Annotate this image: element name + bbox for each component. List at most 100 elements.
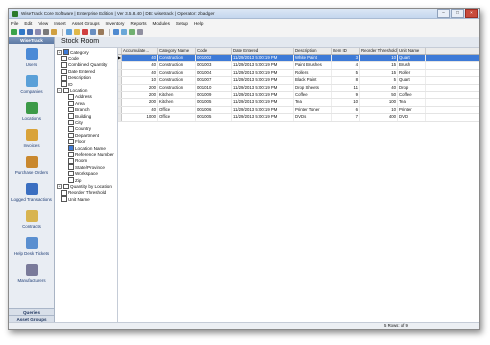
field-checkbox[interactable] xyxy=(68,94,74,100)
field-label: Country xyxy=(75,126,92,132)
field-checkbox[interactable] xyxy=(63,87,69,94)
field-checkbox[interactable] xyxy=(61,81,67,87)
nav-item-locations[interactable]: Locations xyxy=(9,98,54,125)
table-row[interactable]: 200 Construction 001010 11/29/2013 5:00:19 … xyxy=(118,84,479,92)
field-checkbox[interactable] xyxy=(68,119,74,126)
field-checkbox[interactable] xyxy=(68,132,74,139)
column-header[interactable]: Item ID xyxy=(332,48,360,54)
folder-icon[interactable] xyxy=(74,29,80,35)
table-cell: 001005 xyxy=(196,99,232,106)
minimize-button[interactable]: – xyxy=(437,9,450,18)
field-checkbox[interactable] xyxy=(68,158,74,164)
find-icon[interactable] xyxy=(51,29,57,35)
column-header[interactable]: Category Name xyxy=(158,48,196,54)
table-cell: 11 xyxy=(332,84,360,91)
refresh-icon[interactable] xyxy=(19,29,25,35)
column-header[interactable]: Reorder Threshold xyxy=(360,48,398,54)
table-cell: 001005 xyxy=(196,114,232,121)
field-checkbox[interactable] xyxy=(68,138,74,145)
filter-icon[interactable] xyxy=(129,29,135,35)
nav-item-contracts[interactable]: Contracts xyxy=(9,206,54,233)
table-row[interactable]: ▶ 40 Construction 001002 11/29/2013 5:00:19 … xyxy=(118,55,479,63)
table-cell: White Paint xyxy=(294,55,332,62)
copy-icon[interactable] xyxy=(90,29,96,35)
expand-toggle-icon[interactable]: + xyxy=(57,49,62,55)
nav-item-help-desk-tickets[interactable]: Help Desk Tickets xyxy=(9,233,54,260)
field-checkbox[interactable] xyxy=(61,190,67,196)
menu-inventory[interactable]: Inventory xyxy=(106,21,125,26)
field-checkbox[interactable] xyxy=(61,62,67,68)
field-checkbox[interactable] xyxy=(68,106,74,113)
column-header[interactable]: Date Entered xyxy=(232,48,294,54)
column-header[interactable]: Unit Name xyxy=(398,48,426,54)
nav-item-users[interactable]: Users xyxy=(9,44,54,71)
table-row[interactable]: 10 Construction 001007 11/29/2013 5:00:19 P… xyxy=(118,77,479,85)
table-cell: 10 xyxy=(360,55,398,62)
table-cell: 001010 xyxy=(196,84,232,91)
field-checkbox[interactable] xyxy=(61,75,67,81)
table-cell: Printer xyxy=(398,106,426,114)
field-checkbox[interactable] xyxy=(61,68,67,75)
settings-icon[interactable] xyxy=(137,29,143,35)
field-checkbox[interactable] xyxy=(68,100,74,107)
table-row[interactable]: 40 Office 001006 11/29/2013 5:00:19 PM Print… xyxy=(118,106,479,115)
menu-setup[interactable]: Setup xyxy=(176,21,188,26)
row-count-status: 5 Rows: of 9 xyxy=(384,323,408,328)
field-checkbox[interactable] xyxy=(68,145,74,151)
delete-icon[interactable] xyxy=(82,29,88,35)
table-row[interactable]: 1000 Office 001005 11/29/2013 5:00:19 PM DVD… xyxy=(118,114,479,122)
column-header[interactable]: Code xyxy=(196,48,232,54)
menu-file[interactable]: File xyxy=(11,21,18,26)
field-checkbox[interactable] xyxy=(61,196,67,202)
nav-item-purchase-orders[interactable]: Purchase Orders xyxy=(9,152,54,179)
print-icon[interactable] xyxy=(43,29,49,35)
menu-asset-groups[interactable]: Asset Groups xyxy=(72,21,100,26)
table-row[interactable]: 40 Construction 001004 11/29/2013 5:00:19 P… xyxy=(118,69,479,78)
expand-toggle-icon[interactable]: + xyxy=(57,183,62,189)
paste-icon[interactable] xyxy=(98,29,104,35)
nav-item-manufacturers[interactable]: Manufacturers xyxy=(9,260,54,287)
field-checkbox[interactable] xyxy=(63,49,69,55)
menu-insert[interactable]: Insert xyxy=(54,21,66,26)
field-checkbox[interactable] xyxy=(61,55,67,62)
nav-item-logged-transactions[interactable]: Logged Transactions xyxy=(9,179,54,206)
expand-toggle-icon[interactable]: − xyxy=(57,88,62,94)
menu-help[interactable]: Help xyxy=(194,21,203,26)
new-icon[interactable] xyxy=(11,29,17,35)
field-tree-item[interactable]: Unit Name xyxy=(55,196,117,202)
field-checkbox[interactable] xyxy=(68,177,74,183)
report-icon[interactable] xyxy=(121,29,127,35)
table-row[interactable]: 40 Construction 001003 11/29/2013 5:00:19 P… xyxy=(118,62,479,70)
field-checkbox[interactable] xyxy=(68,164,74,170)
nav-item-invoices[interactable]: Invoices xyxy=(9,125,54,152)
menu-modules[interactable]: Modules xyxy=(153,21,170,26)
field-checkbox[interactable] xyxy=(68,126,74,132)
column-header[interactable]: Accumulate... xyxy=(122,48,158,54)
column-header[interactable]: Description xyxy=(294,48,332,54)
menu-reports[interactable]: Reports xyxy=(130,21,146,26)
maximize-button[interactable]: □ xyxy=(451,9,464,18)
table-row[interactable]: 200 Kitchen 001009 11/29/2013 5:00:19 PM Cof… xyxy=(118,91,479,100)
nav-item-companies[interactable]: Companies xyxy=(9,71,54,98)
field-checkbox[interactable] xyxy=(68,170,74,177)
table-cell: 9 xyxy=(332,91,360,99)
edit-icon[interactable] xyxy=(35,29,41,35)
save-icon[interactable] xyxy=(27,29,33,35)
menu-edit[interactable]: Edit xyxy=(24,21,32,26)
table-cell: 400 xyxy=(360,114,398,121)
table-row[interactable]: 200 Kitchen 001005 11/29/2013 5:00:19 PM Tea… xyxy=(118,99,479,107)
menu-view[interactable]: View xyxy=(38,21,48,26)
table-cell: Office xyxy=(158,106,196,114)
field-label: Department xyxy=(75,132,100,138)
field-checkbox[interactable] xyxy=(63,183,69,190)
table-cell: Black Paint xyxy=(294,77,332,84)
close-button[interactable]: × xyxy=(465,9,478,18)
grid-view-icon[interactable] xyxy=(113,29,119,35)
field-checkbox[interactable] xyxy=(68,113,74,119)
field-tree-item[interactable]: + Quantity by Location xyxy=(55,183,117,190)
add-icon[interactable] xyxy=(66,29,72,35)
field-checkbox[interactable] xyxy=(68,151,74,158)
field-label: Reorder Threshold xyxy=(68,190,107,196)
